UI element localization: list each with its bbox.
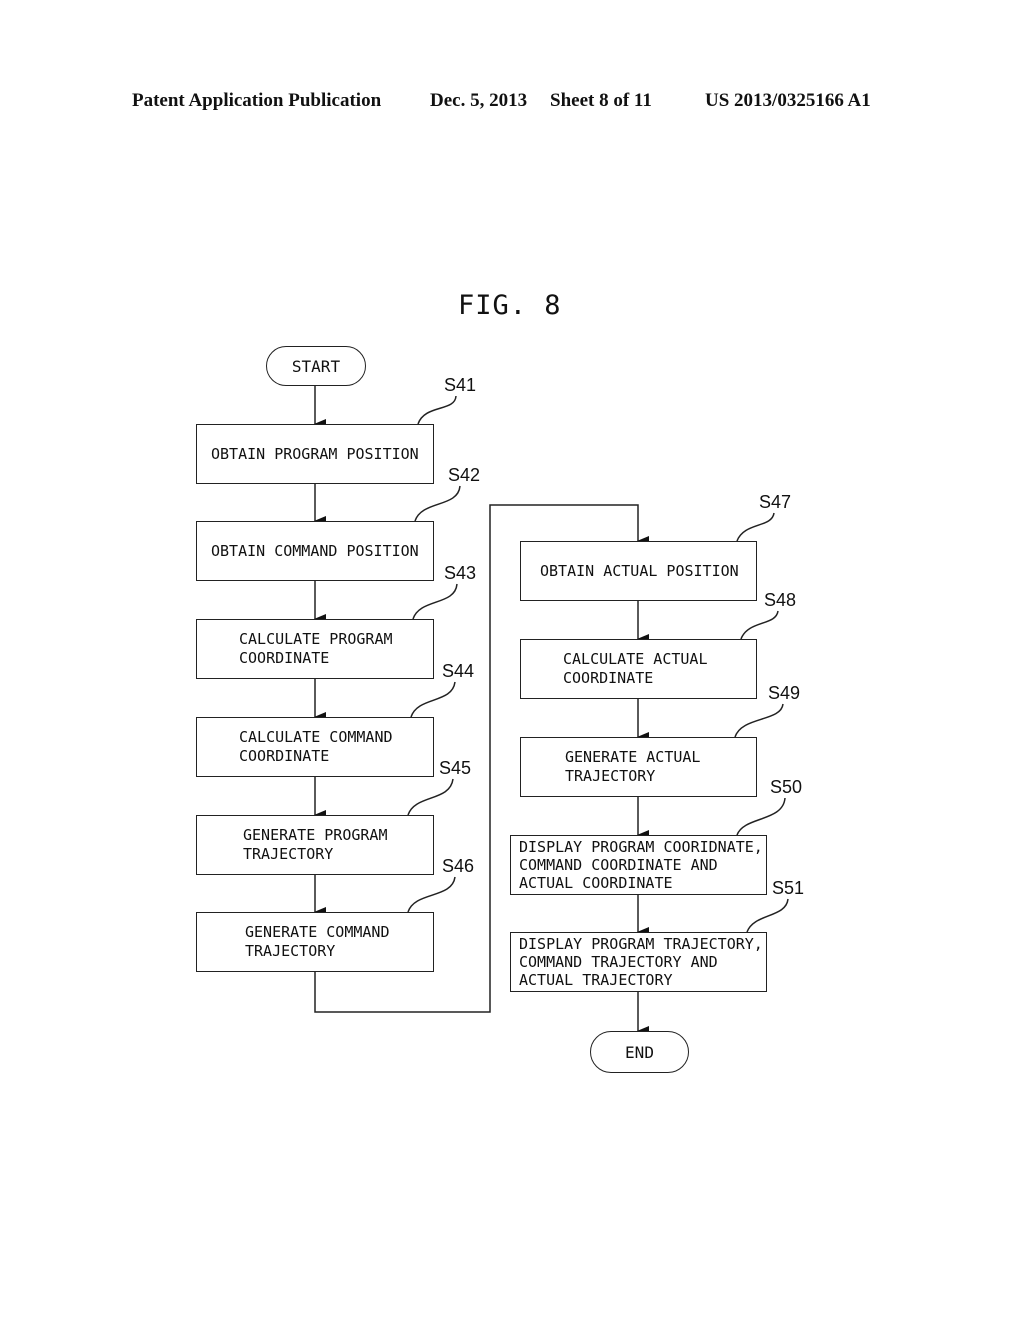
leader-s45 [407, 778, 454, 816]
leader-s42 [414, 485, 461, 522]
step-text: DISPLAY PROGRAM TRAJECTORY, [519, 935, 763, 953]
step-text: COORDINATE [563, 669, 654, 687]
start-terminal: START [266, 346, 366, 386]
leader-s48 [740, 610, 779, 640]
step-label-s51: S51 [772, 878, 805, 898]
leader-s41 [417, 395, 457, 425]
step-box-s41: OBTAIN PROGRAM POSITION [196, 424, 434, 484]
step-label-s50: S50 [770, 777, 803, 797]
step-text: ACTUAL TRAJECTORY [519, 971, 673, 989]
step-text: GENERATE PROGRAM [243, 826, 388, 844]
step-label-s47: S47 [759, 492, 792, 512]
step-text: CALCULATE PROGRAM [239, 630, 393, 648]
step-label-s41: S41 [444, 375, 477, 395]
step-text: ACTUAL COORDINATE [519, 874, 673, 892]
step-box-s49: GENERATE ACTUAL TRAJECTORY [520, 737, 757, 797]
step-label-s42: S42 [448, 465, 481, 485]
leader-s50 [736, 797, 786, 836]
step-text: TRAJECTORY [565, 767, 656, 785]
step-text: DISPLAY PROGRAM COORIDNATE, [519, 838, 763, 856]
step-box-s47: OBTAIN ACTUAL POSITION [520, 541, 757, 601]
step-box-s50: DISPLAY PROGRAM COORIDNATE, COMMAND COOR… [510, 835, 767, 895]
step-text: OBTAIN COMMAND POSITION [211, 541, 419, 560]
step-label-s44: S44 [442, 661, 475, 681]
leader-s51 [746, 898, 789, 933]
step-box-s45: GENERATE PROGRAM TRAJECTORY [196, 815, 434, 875]
leader-s49 [734, 703, 784, 738]
leader-s46 [407, 876, 456, 913]
leader-s47 [736, 512, 775, 542]
step-box-s46: GENERATE COMMAND TRAJECTORY [196, 912, 434, 972]
step-box-s43: CALCULATE PROGRAM COORDINATE [196, 619, 434, 679]
step-text: TRAJECTORY [243, 845, 334, 863]
step-text: TRAJECTORY [245, 942, 336, 960]
leader-s44 [410, 681, 456, 718]
step-text: OBTAIN PROGRAM POSITION [211, 444, 419, 463]
step-label-s49: S49 [768, 683, 801, 703]
step-text: COMMAND COORDINATE AND [519, 856, 718, 874]
step-text: OBTAIN ACTUAL POSITION [540, 561, 739, 580]
leader-s43 [412, 583, 458, 620]
end-terminal: END [590, 1031, 689, 1073]
step-label-s45: S45 [439, 758, 472, 778]
step-box-s44: CALCULATE COMMAND COORDINATE [196, 717, 434, 777]
step-box-s48: CALCULATE ACTUAL COORDINATE [520, 639, 757, 699]
step-box-s51: DISPLAY PROGRAM TRAJECTORY, COMMAND TRAJ… [510, 932, 767, 992]
step-text: COORDINATE [239, 747, 330, 765]
step-label-s43: S43 [444, 563, 477, 583]
step-label-s48: S48 [764, 590, 797, 610]
step-text: GENERATE ACTUAL [565, 748, 701, 766]
flowchart-connectors [314, 386, 789, 1036]
step-text: CALCULATE COMMAND [239, 728, 393, 746]
step-box-s42: OBTAIN COMMAND POSITION [196, 521, 434, 581]
step-text: COORDINATE [239, 649, 330, 667]
step-label-s46: S46 [442, 856, 475, 876]
step-text: COMMAND TRAJECTORY AND [519, 953, 718, 971]
step-text: GENERATE COMMAND [245, 923, 390, 941]
step-text: CALCULATE ACTUAL [563, 650, 708, 668]
